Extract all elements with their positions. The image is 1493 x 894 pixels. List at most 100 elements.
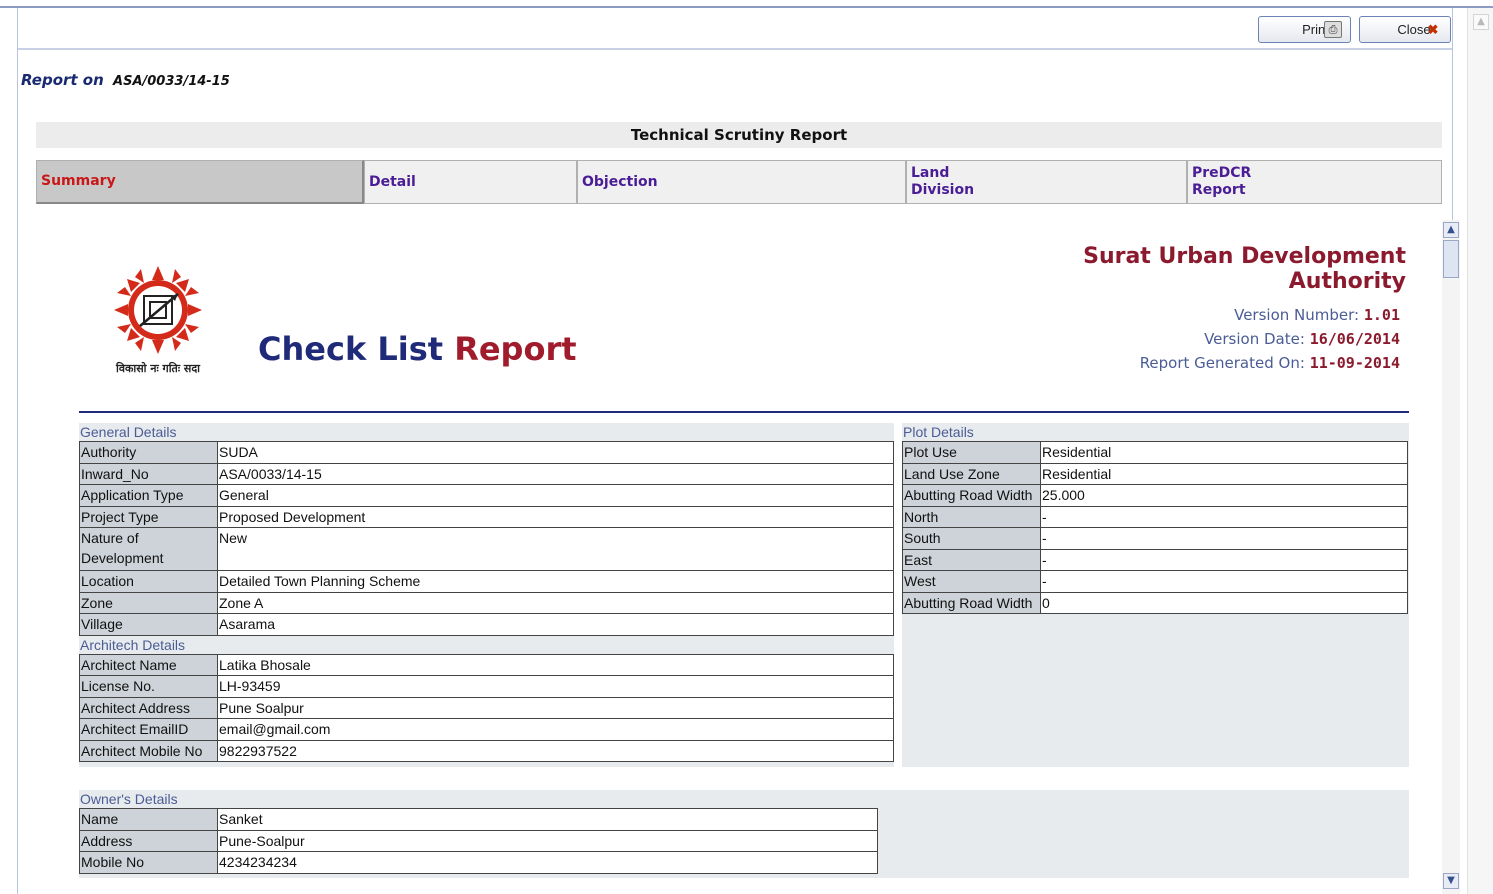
- plot-details-panel: Plot Details Plot Use Residential Land Us…: [902, 423, 1409, 767]
- printer-icon: ⎙: [1324, 21, 1342, 38]
- table-row: East -: [902, 548, 1408, 571]
- report-id: ASA/0033/14-15: [113, 74, 230, 89]
- version-date-label: Version Date:: [1204, 330, 1305, 348]
- version-number: Version Number: 1.01: [1036, 306, 1400, 324]
- owner-details-table: Name Sanket Address Pune-Soalpur Mobile No…: [79, 808, 878, 874]
- report-content: ▲ ▼ विकासो नः गतिः सदा Check List Report…: [36, 220, 1460, 894]
- print-button[interactable]: Print ⎙: [1258, 16, 1351, 43]
- row-value: ASA/0033/14-15: [217, 462, 894, 485]
- tab-predcr-report[interactable]: PreDCR Report: [1187, 160, 1442, 204]
- row-key: Plot Use: [902, 441, 1041, 464]
- row-value: Detailed Town Planning Scheme: [217, 570, 894, 593]
- row-value: Residential: [1040, 441, 1408, 464]
- header-divider: [79, 411, 1409, 413]
- row-value: -: [1040, 505, 1408, 528]
- tab-summary[interactable]: Summary: [36, 160, 364, 204]
- row-value: 0: [1040, 591, 1408, 614]
- row-value: Proposed Development: [217, 505, 894, 528]
- row-value: General: [217, 484, 894, 507]
- version-number-value: 1.01: [1363, 306, 1400, 324]
- row-key: South: [902, 527, 1041, 550]
- owner-details-panel: Owner's Details Name Sanket Address Pune-S…: [79, 790, 1409, 878]
- table-row: Village Asarama: [79, 613, 894, 636]
- row-key: Architect Name: [79, 653, 218, 676]
- tab-land-division-label: Land Division: [911, 165, 975, 198]
- tab-detail[interactable]: Detail: [364, 160, 577, 204]
- row-value: Asarama: [217, 613, 894, 636]
- row-value: Pune Soalpur: [217, 696, 894, 719]
- table-row: Abutting Road Width 0: [902, 591, 1408, 614]
- row-key: Address: [79, 829, 218, 852]
- general-architect-panel: General Details Authority SUDA Inward_No A…: [79, 423, 894, 767]
- row-key: Mobile No: [79, 851, 218, 874]
- row-key: North: [902, 505, 1041, 528]
- plot-details-title: Plot Details: [903, 424, 974, 440]
- row-value: -: [1040, 570, 1408, 593]
- row-key: Abutting Road Width: [902, 484, 1041, 507]
- content-scrollbar[interactable]: ▲ ▼: [1442, 220, 1460, 894]
- title-part1: Check List: [258, 330, 444, 368]
- row-key: Name: [79, 808, 218, 831]
- section-header: Technical Scrutiny Report: [36, 122, 1442, 148]
- table-row: Project Type Proposed Development: [79, 505, 894, 528]
- architect-details-table: Architect Name Latika Bhosale License No.…: [79, 653, 894, 763]
- tab-predcr-label: PreDCR Report: [1192, 165, 1252, 198]
- table-row: Mobile No 4234234234: [79, 851, 878, 874]
- owner-details-title: Owner's Details: [80, 791, 178, 807]
- window-scrollbar[interactable]: ▲: [1467, 8, 1493, 894]
- row-key: Location: [79, 570, 218, 593]
- logo-motto: विकासो नः गतिः सदा: [115, 361, 201, 375]
- version-number-label: Version Number:: [1234, 306, 1360, 324]
- row-value: -: [1040, 548, 1408, 571]
- row-key: Village: [79, 613, 218, 636]
- tab-objection[interactable]: Objection: [577, 160, 906, 204]
- row-value: Zone A: [217, 591, 894, 614]
- authority-name: Surat Urban Development Authority: [1083, 244, 1406, 294]
- row-value: LH-93459: [217, 675, 894, 698]
- table-row: Application Type General: [79, 484, 894, 507]
- row-key: Architect Mobile No: [79, 739, 218, 762]
- row-value: Residential: [1040, 462, 1408, 485]
- row-key: Architect EmailID: [79, 718, 218, 741]
- row-value: Pune-Soalpur: [217, 829, 878, 852]
- report-generated-value: 11-09-2014: [1309, 354, 1400, 372]
- scroll-up-icon[interactable]: ▲: [1443, 222, 1459, 238]
- row-value: New: [217, 527, 894, 571]
- table-row: North -: [902, 505, 1408, 528]
- table-row: South -: [902, 527, 1408, 550]
- table-row: Address Pune-Soalpur: [79, 829, 878, 852]
- check-list-title: Check List Report: [258, 330, 577, 368]
- report-frame: Print ⎙ Close ✖ Report on ASA/0033/14-15…: [17, 8, 1460, 894]
- report-tabs: Summary Detail Objection Land Division P…: [36, 160, 1442, 204]
- version-date-value: 16/06/2014: [1309, 330, 1400, 348]
- report-on-heading: Report on ASA/0033/14-15: [21, 71, 230, 89]
- row-key: Land Use Zone: [902, 462, 1041, 485]
- table-row: Abutting Road Width 25.000: [902, 484, 1408, 507]
- tab-land-division[interactable]: Land Division: [906, 160, 1187, 204]
- row-value: 25.000: [1040, 484, 1408, 507]
- row-value: Sanket: [217, 808, 878, 831]
- scroll-up-icon[interactable]: ▲: [1473, 14, 1489, 30]
- row-value: Latika Bhosale: [217, 653, 894, 676]
- table-row: Nature of Development New: [79, 527, 894, 571]
- report-generated-label: Report Generated On:: [1139, 354, 1305, 372]
- table-row: Architect Address Pune Soalpur: [79, 696, 894, 719]
- suda-logo: विकासो नः गतिः सदा: [114, 266, 202, 375]
- title-part2: Report: [454, 330, 577, 368]
- table-row: Land Use Zone Residential: [902, 462, 1408, 485]
- table-row: West -: [902, 570, 1408, 593]
- plot-details-table: Plot Use Residential Land Use Zone Residen…: [902, 441, 1408, 614]
- scroll-down-icon[interactable]: ▼: [1443, 873, 1459, 889]
- close-button[interactable]: Close ✖: [1359, 16, 1451, 43]
- table-row: Architect Mobile No 9822937522: [79, 739, 894, 762]
- table-row: Architect Name Latika Bhosale: [79, 653, 894, 676]
- row-key: Zone: [79, 591, 218, 614]
- toolbar: Print ⎙ Close ✖: [18, 8, 1452, 50]
- scroll-thumb[interactable]: [1443, 240, 1459, 278]
- row-value: 4234234234: [217, 851, 878, 874]
- table-row: Name Sanket: [79, 808, 878, 831]
- row-key: Architect Address: [79, 696, 218, 719]
- row-key: Nature of Development: [79, 527, 218, 571]
- table-row: Plot Use Residential: [902, 441, 1408, 464]
- row-key: Authority: [79, 441, 218, 464]
